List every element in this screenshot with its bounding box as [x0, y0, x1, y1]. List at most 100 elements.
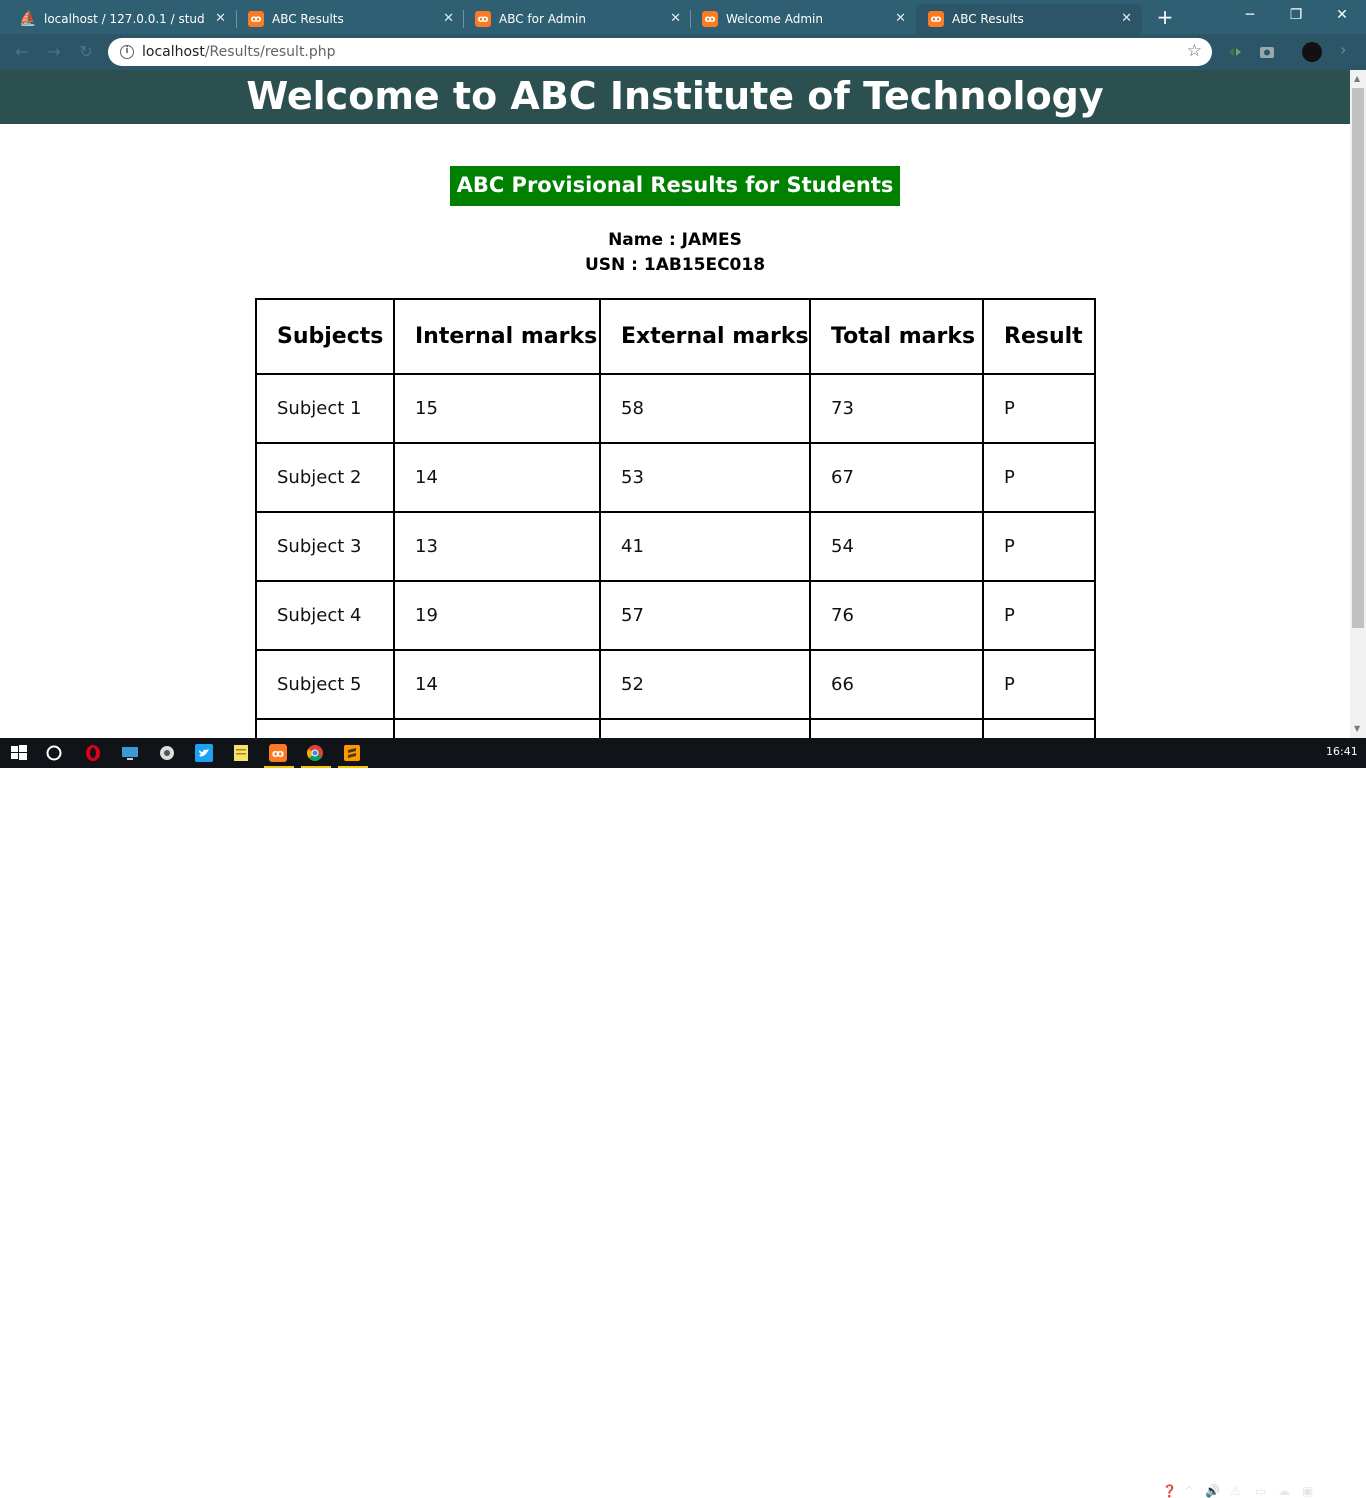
table-cell	[393, 718, 601, 738]
svg-text:ꝏ: ꝏ	[272, 747, 284, 760]
table-cell: Subject 4	[255, 580, 395, 651]
table-cell: 14	[393, 442, 601, 513]
network-tool-icon[interactable]	[157, 743, 177, 763]
twitter-icon[interactable]	[194, 743, 214, 763]
site-title: Welcome to ABC Institute of Technology	[246, 74, 1104, 118]
student-usn: USN : 1AB15EC018	[584, 255, 766, 275]
close-icon[interactable]: ✕	[443, 11, 454, 26]
show-hidden-icons-chevron-icon[interactable]: ^	[1184, 1484, 1194, 1498]
table-cell: 73	[809, 373, 984, 444]
column-header: Total marks	[809, 298, 984, 375]
address-bar[interactable]: i localhost/Results/result.php ☆	[108, 38, 1212, 66]
table-cell: P	[982, 649, 1096, 720]
table-cell	[809, 718, 984, 738]
restore-icon[interactable]: ❐	[1284, 4, 1308, 26]
onedrive-icon[interactable]: ☁	[1278, 1484, 1290, 1498]
chrome-icon[interactable]	[305, 743, 325, 763]
close-icon[interactable]: ✕	[215, 11, 226, 26]
table-cell: Subject 5	[255, 649, 395, 720]
network-status-icon[interactable]: ⚠	[1230, 1484, 1241, 1498]
column-header: Internal marks	[393, 298, 601, 375]
vertical-scrollbar[interactable]: ▲ ▼	[1350, 70, 1366, 738]
table-cell: 13	[393, 511, 601, 582]
results-banner: ABC Provisional Results for Students	[450, 166, 900, 206]
reload-icon[interactable]: ↻	[76, 42, 96, 62]
table-cell: 41	[599, 511, 811, 582]
table-cell: P	[982, 580, 1096, 651]
windows-start-icon[interactable]	[9, 743, 29, 763]
table-row: Subject 2 14 53 67 P	[255, 442, 1096, 513]
sticky-notes-icon[interactable]	[231, 743, 251, 763]
site-header: Welcome to ABC Institute of Technology	[0, 70, 1350, 124]
close-icon[interactable]: ✕	[895, 11, 906, 26]
phpmyadmin-icon: ⛵	[19, 11, 37, 27]
window-close-icon[interactable]: ✕	[1330, 4, 1354, 26]
table-cell: 57	[599, 580, 811, 651]
table-row	[255, 718, 1096, 738]
table-cell: 67	[809, 442, 984, 513]
tab-phpmyadmin[interactable]: ⛵ localhost / 127.0.0.1 / studentr ✕	[10, 4, 236, 34]
table-cell: 52	[599, 649, 811, 720]
column-header: External marks	[599, 298, 811, 375]
tab-welcome-admin[interactable]: ꝏ Welcome Admin ✕	[692, 4, 916, 34]
tab-title: localhost / 127.0.0.1 / studentr	[44, 12, 204, 26]
notification-icon[interactable]: ▣	[1302, 1484, 1313, 1498]
table-row: Subject 5 14 52 66 P	[255, 649, 1096, 720]
xampp-icon: ꝏ	[702, 11, 718, 27]
table-cell: 58	[599, 373, 811, 444]
tab-title: ABC for Admin	[499, 12, 586, 26]
page-viewport: Welcome to ABC Institute of Technology A…	[0, 70, 1350, 738]
help-icon[interactable]: ❓	[1162, 1484, 1177, 1498]
close-icon[interactable]: ✕	[1121, 11, 1132, 26]
url-text[interactable]: localhost/Results/result.php	[142, 44, 336, 60]
battery-icon[interactable]: ▭	[1255, 1484, 1266, 1498]
taskbar-clock[interactable]: 16:41	[1326, 745, 1358, 758]
tab-abc-for-admin[interactable]: ꝏ ABC for Admin ✕	[465, 4, 691, 34]
tab-separator	[690, 10, 691, 28]
this-pc-icon[interactable]	[120, 743, 140, 763]
new-tab-button[interactable]: +	[1153, 6, 1177, 28]
table-cell: 76	[809, 580, 984, 651]
table-cell	[255, 718, 395, 738]
tab-title: ABC Results	[952, 12, 1024, 26]
student-name: Name : JAMES	[608, 230, 742, 250]
column-header: Subjects	[255, 298, 395, 375]
info-icon[interactable]: i	[120, 45, 134, 59]
table-cell: 14	[393, 649, 601, 720]
sublime-text-icon[interactable]	[342, 743, 362, 763]
table-cell: P	[982, 442, 1096, 513]
tab-title: Welcome Admin	[726, 12, 823, 26]
bookmark-star-icon[interactable]: ☆	[1187, 41, 1202, 61]
tab-separator	[463, 10, 464, 28]
table-cell: Subject 1	[255, 373, 395, 444]
forward-icon[interactable]: →	[44, 42, 64, 62]
scrollbar-thumb[interactable]	[1352, 88, 1364, 628]
cortana-search-icon[interactable]	[44, 743, 64, 763]
table-cell	[599, 718, 811, 738]
windows-taskbar: ꝏ ❓ ^ 🔊 ⚠ ▭ ☁ ▣	[0, 738, 1366, 1498]
tab-abc-results-active[interactable]: ꝏ ABC Results ✕	[918, 4, 1142, 34]
back-icon[interactable]: ←	[12, 42, 32, 62]
camera-extension-icon[interactable]	[1258, 43, 1276, 61]
profile-avatar[interactable]	[1302, 42, 1322, 62]
table-header-row: Subjects Internal marks External marks T…	[255, 298, 1096, 375]
table-cell: Subject 2	[255, 442, 395, 513]
table-row: Subject 3 13 41 54 P	[255, 511, 1096, 582]
xampp-icon: ꝏ	[928, 11, 944, 27]
tab-abc-results[interactable]: ꝏ ABC Results ✕	[238, 4, 464, 34]
scroll-down-arrow-icon[interactable]: ▼	[1354, 724, 1360, 733]
close-icon[interactable]: ✕	[670, 11, 681, 26]
table-cell	[982, 718, 1096, 738]
volume-icon[interactable]: 🔊	[1205, 1484, 1220, 1498]
extension-icon[interactable]	[1226, 43, 1244, 61]
url-path: /Results/result.php	[204, 44, 336, 60]
opera-icon[interactable]	[83, 743, 103, 763]
minimize-icon[interactable]: ─	[1238, 4, 1262, 26]
table-row: Subject 4 19 57 76 P	[255, 580, 1096, 651]
xampp-icon: ꝏ	[475, 11, 491, 27]
more-menu-icon[interactable]: ›	[1340, 40, 1346, 59]
xampp-icon[interactable]: ꝏ	[268, 743, 288, 763]
table-cell: Subject 3	[255, 511, 395, 582]
table-cell: P	[982, 373, 1096, 444]
scroll-up-arrow-icon[interactable]: ▲	[1354, 74, 1360, 83]
